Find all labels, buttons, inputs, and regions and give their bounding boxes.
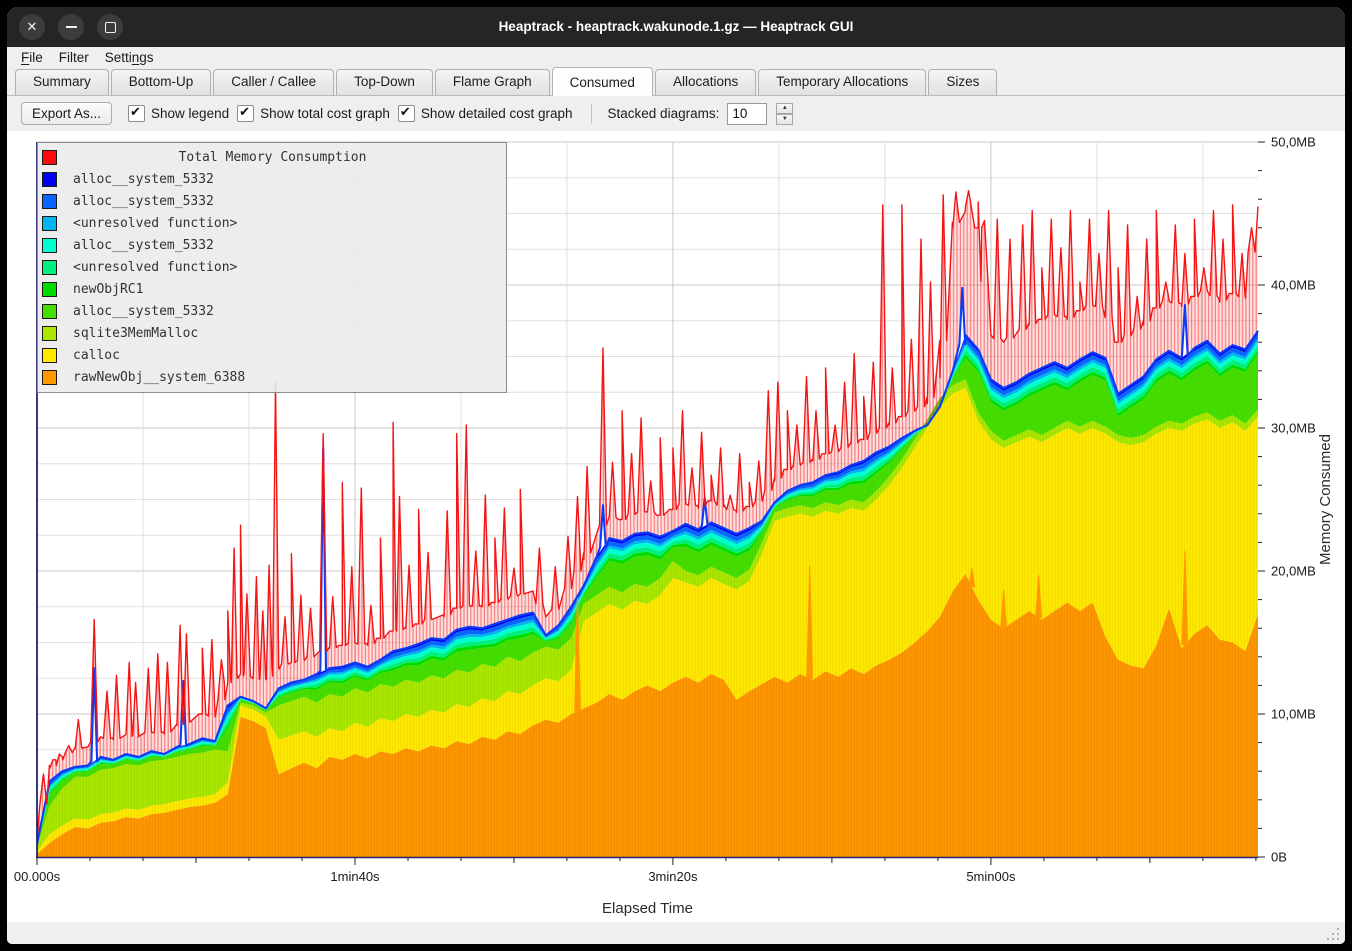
legend-swatch [42,326,57,341]
menu-bar: FileFilterSettings [7,47,1345,68]
legend-swatch [42,370,57,385]
legend-label: Total Memory Consumption [73,150,472,165]
minimize-icon [66,26,77,28]
legend-label: <unresolved function> [73,260,237,275]
menu-item-file[interactable]: File [13,49,51,66]
close-button[interactable]: ✕ [19,14,45,40]
tab-sizes[interactable]: Sizes [928,69,997,95]
svg-text:1min40s: 1min40s [330,869,380,884]
tab-caller-callee[interactable]: Caller / Callee [213,69,334,95]
tab-bar: SummaryBottom-UpCaller / CalleeTop-DownF… [7,68,1345,96]
svg-text:50,0MB: 50,0MB [1271,135,1316,150]
legend-swatch [42,194,57,209]
legend-label: newObjRC1 [73,282,143,297]
svg-text:40,0MB: 40,0MB [1271,278,1316,293]
legend-item: sqlite3MemMalloc [38,322,506,344]
checkbox-show-detailed-cost-graph-box[interactable] [398,105,415,122]
spin-up-button[interactable]: ▲ [776,103,793,114]
stacked-diagrams-stepper: ▲ ▼ [776,103,793,125]
legend-item: newObjRC1 [38,278,506,300]
toolbar-separator [591,104,592,124]
tab-allocations[interactable]: Allocations [655,69,756,95]
legend-swatch [42,172,57,187]
stacked-diagrams-label: Stacked diagrams: [608,106,720,121]
checkbox-show-legend[interactable]: Show legend [128,105,229,122]
tab-summary[interactable]: Summary [15,69,109,95]
checkbox-label: Show total cost graph [260,106,390,121]
export-as-button[interactable]: Export As... [21,102,112,125]
tab-top-down[interactable]: Top-Down [336,69,433,95]
legend-item: <unresolved function> [38,212,506,234]
chart-legend: Total Memory Consumption alloc__system_53… [37,142,507,393]
svg-text:00.000s: 00.000s [14,869,61,884]
legend-swatch [42,304,57,319]
legend-label: alloc__system_5332 [73,172,214,187]
resize-grip[interactable] [1325,926,1339,940]
legend-title-row: Total Memory Consumption [38,146,506,168]
checkbox-label: Show legend [151,106,229,121]
checkbox-label: Show detailed cost graph [421,106,573,121]
spin-down-button[interactable]: ▼ [776,114,793,125]
svg-text:5min00s: 5min00s [966,869,1016,884]
legend-label: alloc__system_5332 [73,304,214,319]
toolbar: Export As... Show legend Show total cost … [7,96,1345,131]
legend-swatch [42,150,57,165]
app-window: ✕ Heaptrack - heaptrack.wakunode.1.gz — … [7,7,1345,944]
menu-item-settings[interactable]: Settings [97,49,162,66]
legend-swatch [42,282,57,297]
tab-flame-graph[interactable]: Flame Graph [435,69,550,95]
legend-item: alloc__system_5332 [38,190,506,212]
legend-item: alloc__system_5332 [38,234,506,256]
legend-label: alloc__system_5332 [73,238,214,253]
menu-item-filter[interactable]: Filter [51,49,97,66]
legend-label: <unresolved function> [73,216,237,231]
close-icon: ✕ [27,19,38,35]
svg-text:10,0MB: 10,0MB [1271,707,1316,722]
window-title: Heaptrack - heaptrack.wakunode.1.gz — He… [7,7,1345,47]
legend-swatch [42,238,57,253]
checkbox-show-total-cost-graph-box[interactable] [237,105,254,122]
legend-label: alloc__system_5332 [73,194,214,209]
stacked-diagrams-input[interactable] [727,103,767,125]
legend-item: rawNewObj__system_6388 [38,366,506,388]
tab-consumed[interactable]: Consumed [552,67,653,96]
status-strip [7,922,1345,944]
legend-label: sqlite3MemMalloc [73,326,198,341]
svg-text:Memory Consumed: Memory Consumed [1317,434,1334,565]
legend-item: <unresolved function> [38,256,506,278]
svg-text:Elapsed Time: Elapsed Time [602,900,693,917]
legend-swatch [42,348,57,363]
legend-label: rawNewObj__system_6388 [73,370,245,385]
svg-text:0B: 0B [1271,850,1287,865]
maximize-icon [105,22,116,33]
checkbox-show-detailed-cost-graph[interactable]: Show detailed cost graph [398,105,573,122]
tab-bottom-up[interactable]: Bottom-Up [111,69,212,95]
svg-text:30,0MB: 30,0MB [1271,421,1316,436]
maximize-button[interactable] [97,14,123,40]
titlebar: ✕ Heaptrack - heaptrack.wakunode.1.gz — … [7,7,1345,47]
legend-item: calloc [38,344,506,366]
legend-label: calloc [73,348,120,363]
tab-temporary-allocations[interactable]: Temporary Allocations [758,69,926,95]
legend-swatch [42,216,57,231]
legend-item: alloc__system_5332 [38,300,506,322]
consumed-chart-area: 00.000s 1min40s 3min20s 5min00s Elapsed Time… [7,131,1345,922]
svg-text:20,0MB: 20,0MB [1271,564,1316,579]
checkbox-show-total-cost-graph[interactable]: Show total cost graph [237,105,390,122]
minimize-button[interactable] [58,14,84,40]
window-controls: ✕ [19,14,123,40]
legend-swatch [42,260,57,275]
checkbox-show-legend-box[interactable] [128,105,145,122]
legend-item: alloc__system_5332 [38,168,506,190]
svg-text:3min20s: 3min20s [648,869,698,884]
